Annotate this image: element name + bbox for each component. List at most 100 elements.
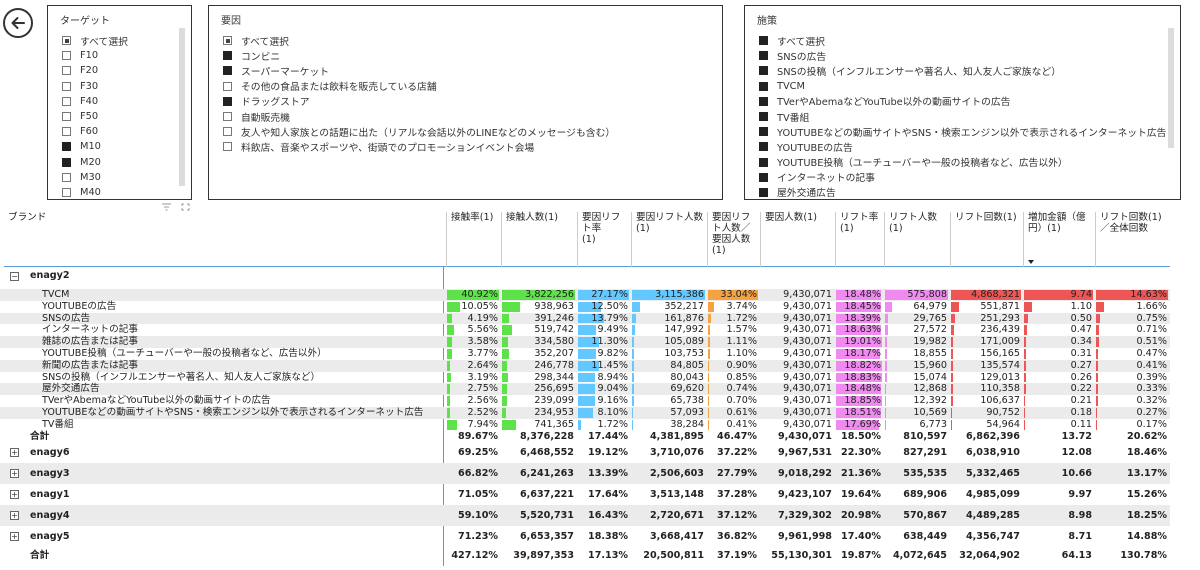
factor-option[interactable]: 自動販売機 — [209, 109, 722, 124]
checkbox[interactable] — [759, 112, 768, 122]
expand-icon[interactable]: + — [10, 511, 19, 521]
measure-option[interactable]: 屋外交通広告 — [745, 185, 1180, 200]
checkbox[interactable] — [62, 81, 71, 91]
checkbox[interactable] — [62, 127, 71, 137]
expand-icon[interactable]: + — [10, 469, 19, 479]
filter-icon[interactable] — [162, 203, 171, 211]
checkbox[interactable] — [62, 96, 71, 106]
cell-value: 19,982 — [913, 336, 947, 348]
measure-option[interactable]: YOUTUBEなどの動画サイトやSNS・検索エンジン以外で表示されるインターネッ… — [745, 124, 1180, 139]
checkbox[interactable] — [759, 66, 768, 76]
column-header-factor-lift-ratio[interactable]: 要因リフト人数／要因人数(1) — [712, 212, 758, 267]
cell-lift-ratio: 0.71% — [1096, 324, 1170, 336]
target-option[interactable]: F60 — [48, 124, 191, 139]
brand-row-collapsed[interactable]: + enagy3 66.82% 6,241,263 13.39% 2,506,603 27.… — [0, 463, 1170, 485]
brand-row-expanded[interactable]: − enagy2 — [0, 267, 1170, 285]
factor-option[interactable]: 友人や知人家族との話題に出た（リアルな会話以外のLINEなどのメッセージも含む） — [209, 124, 722, 139]
column-header-factor-count[interactable]: 要因人数(1) — [765, 212, 833, 267]
target-option[interactable]: F50 — [48, 109, 191, 124]
checkbox[interactable] — [759, 36, 768, 46]
data-bar — [1024, 301, 1032, 312]
measure-option[interactable]: YOUTUBE投稿（ユーチューバーや一般の投稿者など、広告以外） — [745, 155, 1180, 170]
expand-icon[interactable]: + — [10, 532, 19, 542]
checkbox[interactable] — [759, 127, 768, 137]
checkbox[interactable] — [759, 142, 768, 152]
checkbox[interactable] — [223, 51, 232, 61]
target-option[interactable]: M20 — [48, 155, 191, 170]
checkbox[interactable] — [62, 157, 71, 167]
checkbox[interactable] — [223, 142, 232, 152]
cell-factor-lift-count: 352,217 — [632, 301, 707, 313]
measure-option[interactable]: SNSの投稿（インフルエンサーや著名人、知人友人ご家族など） — [745, 63, 1180, 78]
column-header-lift-rate[interactable]: リフト率(1) — [840, 212, 882, 267]
measure-option[interactable]: SNSの広告 — [745, 48, 1180, 63]
measure-scrollbar[interactable] — [1168, 28, 1174, 148]
checkbox[interactable] — [62, 172, 71, 182]
row-label: TVerやAbemaなどYouTube以外の動画サイトの広告 — [42, 395, 271, 407]
factor-option[interactable]: コンビニ — [209, 48, 722, 63]
checkbox[interactable] — [62, 66, 71, 76]
brand-row-collapsed[interactable]: + enagy6 69.25% 6,468,552 19.12% 3,710,076 37.… — [0, 442, 1170, 463]
cell-contact-count: 6,468,552 — [502, 442, 577, 463]
measure-option[interactable]: すべて選択 — [745, 33, 1180, 48]
brand-row-collapsed[interactable]: + enagy5 71.23% 6,653,357 18.38% 3,668,417 36.… — [0, 526, 1170, 547]
target-option[interactable]: すべて選択 — [48, 33, 191, 48]
checkbox[interactable] — [759, 51, 768, 61]
checkbox[interactable] — [223, 96, 232, 106]
measure-option[interactable]: TVCM — [745, 79, 1180, 94]
back-button[interactable] — [3, 8, 33, 38]
checkbox[interactable] — [759, 157, 768, 167]
expand-icon[interactable]: + — [10, 448, 19, 458]
checkbox[interactable] — [62, 142, 71, 152]
expand-icon[interactable]: + — [10, 490, 19, 500]
target-option[interactable]: M10 — [48, 139, 191, 154]
checkbox[interactable] — [759, 172, 768, 182]
column-header-lift-count[interactable]: リフト人数(1) — [889, 212, 948, 267]
measure-option[interactable]: TV番組 — [745, 109, 1180, 124]
target-option[interactable]: F10 — [48, 48, 191, 63]
checkbox[interactable] — [223, 112, 232, 122]
measure-option[interactable]: TVerやAbemaなどYouTube以外の動画サイトの広告 — [745, 94, 1180, 109]
cell-value: 6,468,552 — [519, 447, 574, 459]
factor-option[interactable]: その他の食品または飲料を販売している店舗 — [209, 79, 722, 94]
factor-option[interactable]: 料飲店、音楽やスポーツや、街頭でのプロモーションイベント会場 — [209, 139, 722, 154]
target-option[interactable]: F30 — [48, 79, 191, 94]
target-option[interactable]: F40 — [48, 94, 191, 109]
checkbox[interactable] — [759, 81, 768, 91]
checkbox[interactable] — [223, 66, 232, 76]
cell-value: 80,043 — [670, 371, 704, 383]
collapse-icon[interactable]: − — [10, 271, 19, 281]
checkbox[interactable] — [62, 51, 71, 61]
checkbox[interactable] — [223, 81, 232, 91]
checkbox[interactable] — [62, 187, 71, 197]
brand-row-collapsed[interactable]: + enagy1 71.05% 6,637,221 17.64% 3,513,148 37.… — [0, 484, 1170, 505]
column-header-factor-lift-rate[interactable]: 要因リフト率 (1) — [582, 212, 629, 267]
checkbox[interactable] — [759, 187, 768, 197]
measure-option[interactable]: YOUTUBEの広告 — [745, 139, 1180, 154]
checkbox[interactable] — [223, 36, 232, 46]
checkbox[interactable] — [223, 127, 232, 137]
column-header-lift-times[interactable]: リフト回数(1) — [955, 212, 1021, 267]
column-header-lift-ratio[interactable]: リフト回数(1)／全体回数 — [1100, 212, 1168, 267]
measure-option[interactable]: インターネットの記事 — [745, 170, 1180, 185]
data-bar — [632, 396, 634, 406]
target-option[interactable]: F20 — [48, 63, 191, 78]
column-header-contact-count[interactable]: 接触人数(1) — [506, 212, 575, 267]
factor-option[interactable]: ドラッグストア — [209, 94, 722, 109]
cell-factor-lift-rate: 18.38% — [578, 526, 631, 547]
factor-option[interactable]: すべて選択 — [209, 33, 722, 48]
column-header-increase-amount[interactable]: 増加金額（億円）(1) — [1028, 212, 1093, 267]
checkbox[interactable] — [62, 36, 71, 46]
target-option[interactable]: M40 — [48, 185, 191, 200]
factor-option[interactable]: スーパーマーケット — [209, 63, 722, 78]
column-header-contact-rate[interactable]: 接触率(1) — [451, 212, 499, 267]
column-header-brand[interactable]: ブランド — [8, 212, 442, 267]
checkbox[interactable] — [759, 96, 768, 106]
brand-row-collapsed[interactable]: + enagy4 59.10% 5,520,731 16.43% 2,720,671 37.… — [0, 505, 1170, 527]
column-header-factor-lift-count[interactable]: 要因リフト人数(1) — [636, 212, 705, 267]
target-scrollbar[interactable] — [179, 28, 185, 186]
focus-mode-icon[interactable] — [181, 203, 190, 211]
target-option[interactable]: M30 — [48, 170, 191, 185]
checkbox[interactable] — [62, 112, 71, 122]
cell-factor-count: 7,329,302 — [761, 505, 835, 526]
